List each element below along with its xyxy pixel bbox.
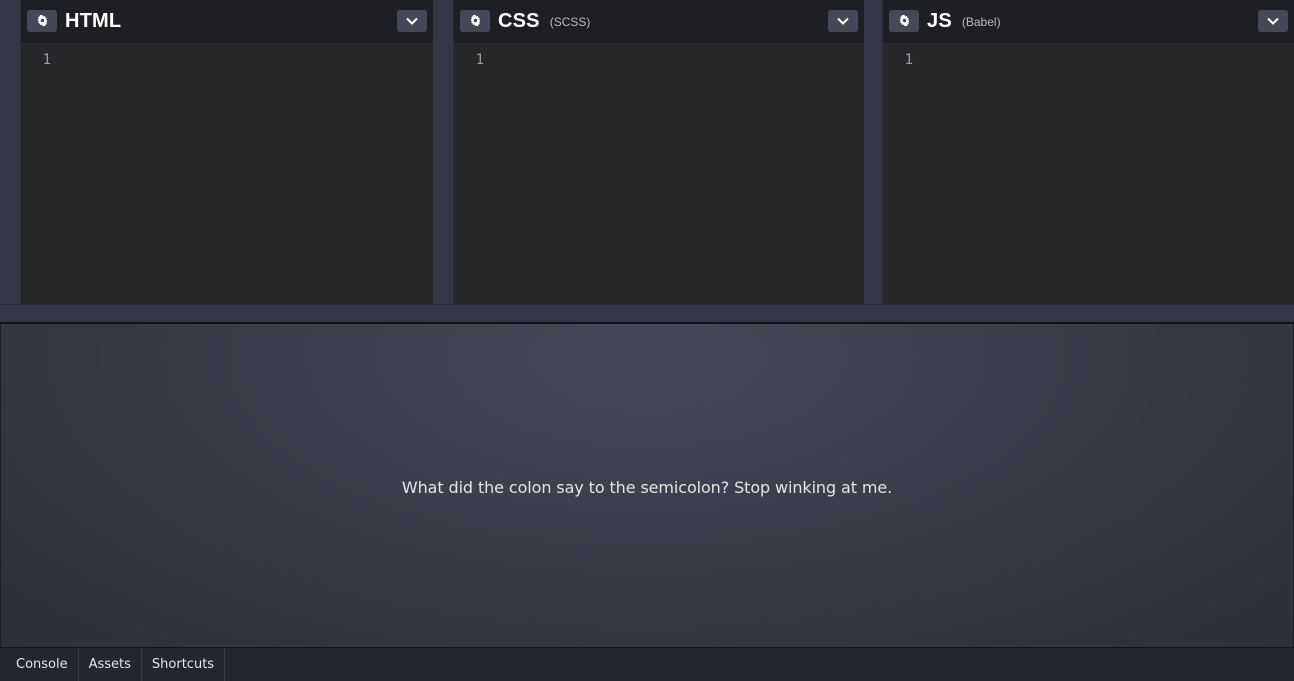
js-editor-subtitle: (Babel) [961,15,1001,29]
html-collapse-button[interactable] [397,10,427,32]
css-editor-header: CSS (SCSS) [454,0,864,42]
js-settings-button[interactable] [889,9,919,32]
js-editor-resize-handle[interactable] [864,0,883,304]
line-number: 1 [475,52,484,68]
assets-tab[interactable]: Assets [79,648,142,681]
html-editor-title: HTML [65,9,122,32]
footer-bar: Console Assets Shortcuts [0,647,1294,681]
css-settings-button[interactable] [460,9,490,32]
css-editor: CSS (SCSS) 1 [433,0,864,304]
editors-row: HTML 1 CSS (SCSS) 1 JS (Babel) 1 [0,0,1294,304]
line-number: 1 [42,52,51,68]
gear-icon [470,15,480,26]
css-code-area[interactable]: 1 [454,42,864,304]
html-settings-button[interactable] [27,9,57,32]
css-editor-subtitle: (SCSS) [549,15,591,29]
html-editor-body: HTML 1 [21,0,433,304]
shortcuts-tab[interactable]: Shortcuts [142,648,226,681]
css-editor-title: CSS [498,9,540,32]
preview-text: What did the colon say to the semicolon?… [401,478,893,497]
preview-pane: What did the colon say to the semicolon?… [1,324,1293,647]
line-number: 1 [904,52,913,68]
css-collapse-button[interactable] [828,10,858,32]
html-editor-header: HTML [21,0,433,42]
chevron-down-icon [837,17,849,25]
console-tab[interactable]: Console [0,648,79,681]
html-editor: HTML 1 [0,0,433,304]
js-code-area[interactable]: 1 [883,42,1294,304]
js-editor-wrap: JS (Babel) 1 [864,0,1294,304]
css-editor-wrap: CSS (SCSS) 1 [433,0,864,304]
chevron-down-icon [1267,17,1279,25]
html-code-area[interactable]: 1 [21,42,433,304]
gear-icon [899,15,909,26]
codepen-editor-app: HTML 1 CSS (SCSS) 1 JS (Babel) 1 What di… [0,0,1294,681]
js-collapse-button[interactable] [1258,10,1288,32]
js-editor-body: JS (Babel) 1 [883,0,1294,304]
js-editor-title: JS [927,9,952,32]
css-editor-resize-handle[interactable] [433,0,454,304]
html-editor-wrap: HTML 1 [0,0,433,304]
editor-preview-resizer[interactable] [0,304,1294,323]
css-editor-body: CSS (SCSS) 1 [454,0,864,304]
gear-icon [37,15,47,26]
js-editor-header: JS (Babel) [883,0,1294,42]
html-editor-resize-handle[interactable] [0,0,21,304]
js-editor: JS (Babel) 1 [864,0,1294,304]
chevron-down-icon [406,17,418,25]
